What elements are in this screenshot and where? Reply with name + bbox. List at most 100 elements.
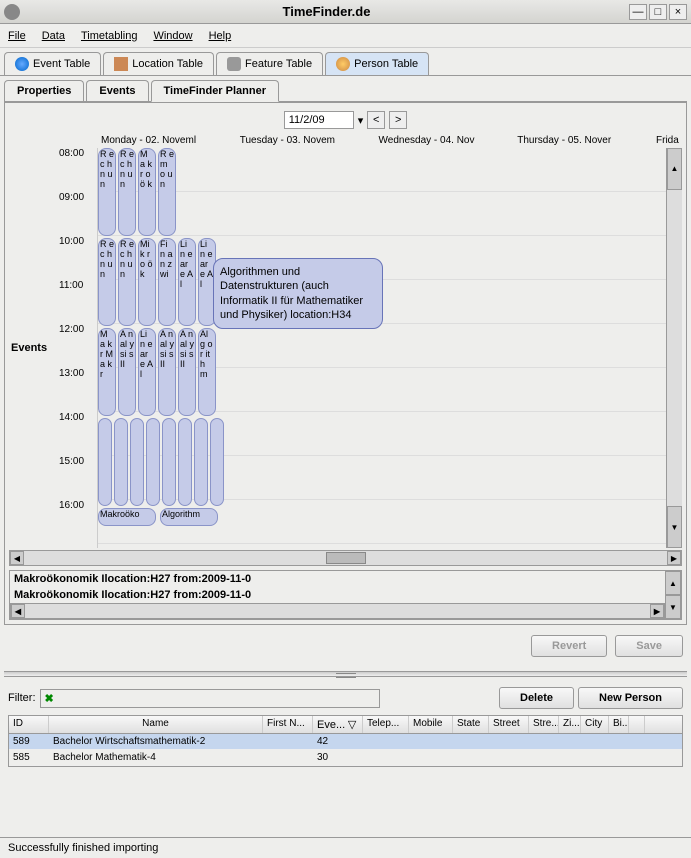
detail-vscrollbar[interactable]: ▲ ▼ <box>665 571 681 619</box>
th-id[interactable]: ID <box>9 716 49 733</box>
clear-filter-icon[interactable]: ✖ <box>45 692 54 705</box>
th-telephone[interactable]: Telep... <box>363 716 409 733</box>
event-block[interactable]: M a kr M a kr <box>98 328 116 416</box>
cell-firstname <box>263 734 313 749</box>
split-divider[interactable] <box>4 671 687 677</box>
event-block[interactable] <box>178 418 192 506</box>
scroll-up-icon[interactable]: ▲ <box>667 148 682 190</box>
event-block[interactable]: A n al y si s II <box>178 328 196 416</box>
save-button[interactable]: Save <box>615 635 683 657</box>
time-label: 08:00 <box>9 148 97 192</box>
tab-person-table[interactable]: Person Table <box>325 52 429 75</box>
day-header-wed: Wednesday - 04. Nov <box>375 133 514 148</box>
tab-feature-table[interactable]: Feature Table <box>216 52 323 75</box>
subtab-properties[interactable]: Properties <box>4 80 84 101</box>
scroll-right-icon[interactable]: ▶ <box>667 551 681 565</box>
sub-tabs: Properties Events TimeFinder Planner <box>4 80 687 102</box>
detail-item[interactable]: Makroökonomik Ilocation:H27 from:2009-11… <box>10 587 665 603</box>
scrollbar-thumb[interactable] <box>326 552 366 564</box>
event-block[interactable]: Li n e ar e Al <box>138 328 156 416</box>
event-block[interactable] <box>210 418 224 506</box>
table-row[interactable]: 589 Bachelor Wirtschaftsmathematik-2 42 <box>9 734 682 750</box>
th-street[interactable]: Street <box>489 716 529 733</box>
new-person-button[interactable]: New Person <box>578 687 683 709</box>
prev-button[interactable]: < <box>367 111 385 129</box>
filter-input[interactable] <box>56 692 377 704</box>
event-block[interactable] <box>194 418 208 506</box>
th-name[interactable]: Name <box>49 716 263 733</box>
calendar-hscrollbar[interactable]: ◀ ▶ <box>9 550 682 566</box>
event-block[interactable] <box>130 418 144 506</box>
menu-data[interactable]: Data <box>42 30 65 42</box>
th-stre[interactable]: Stre... <box>529 716 559 733</box>
tab-location-table[interactable]: Location Table <box>103 52 214 75</box>
event-tooltip: Algorithmen und Datenstrukturen (auch In… <box>213 258 383 329</box>
th-state[interactable]: State <box>453 716 489 733</box>
event-block[interactable]: Makroöko <box>98 508 156 526</box>
menu-window[interactable]: Window <box>153 30 192 42</box>
maximize-button[interactable]: □ <box>649 4 667 20</box>
menubar: File Data Timetabling Window Help <box>0 24 691 48</box>
event-block[interactable]: Algorithm <box>160 508 218 526</box>
person-table: ID Name First N... Eve... ▽ Telep... Mob… <box>8 715 683 767</box>
day-header-tue: Tuesday - 03. Novem <box>236 133 375 148</box>
date-input[interactable] <box>284 111 354 129</box>
event-block[interactable]: R e c h n u n <box>118 238 136 326</box>
cell-name: Bachelor Wirtschaftsmathematik-2 <box>49 734 263 749</box>
event-block[interactable]: R e c h n u n <box>98 148 116 236</box>
th-mobile[interactable]: Mobile <box>409 716 453 733</box>
event-block[interactable]: A n al y si s II <box>158 328 176 416</box>
revert-button[interactable]: Revert <box>531 635 607 657</box>
th-city[interactable]: City <box>581 716 609 733</box>
minimize-button[interactable]: — <box>629 4 647 20</box>
th-scroll <box>629 716 645 733</box>
subtab-events[interactable]: Events <box>86 80 148 101</box>
event-block[interactable] <box>98 418 112 506</box>
event-block[interactable]: Li n e ar e Al <box>178 238 196 326</box>
person-icon <box>336 57 350 71</box>
date-dropdown-icon[interactable]: ▾ <box>358 114 364 127</box>
th-bi[interactable]: Bi... <box>609 716 629 733</box>
cell-events: 42 <box>313 734 363 749</box>
event-block[interactable]: A n al y si s II <box>118 328 136 416</box>
event-block[interactable]: Mi k r o ö k <box>138 238 156 326</box>
scroll-down-icon[interactable]: ▼ <box>667 506 682 548</box>
events-label: Events <box>11 342 47 354</box>
th-zip[interactable]: Zi... <box>559 716 581 733</box>
detail-item[interactable]: Makroökonomik Ilocation:H27 from:2009-11… <box>10 571 665 587</box>
scroll-right-icon[interactable]: ▶ <box>650 604 664 618</box>
house-icon <box>114 57 128 71</box>
event-block[interactable]: Al g or it h m <box>198 328 216 416</box>
delete-button[interactable]: Delete <box>499 687 574 709</box>
tab-event-table[interactable]: Event Table <box>4 52 101 75</box>
scroll-up-icon[interactable]: ▲ <box>665 571 681 595</box>
event-block[interactable]: Fi n a n z wi <box>158 238 176 326</box>
table-row[interactable]: 585 Bachelor Mathematik-4 30 <box>9 750 682 766</box>
th-events[interactable]: Eve... ▽ <box>313 716 363 733</box>
tab-label: Feature Table <box>245 58 312 70</box>
calendar-vscrollbar[interactable]: ▲ ▼ <box>666 148 682 548</box>
scroll-down-icon[interactable]: ▼ <box>665 595 681 619</box>
event-block[interactable]: M a k r o ö k <box>138 148 156 236</box>
scroll-left-icon[interactable]: ◀ <box>11 604 25 618</box>
calendar-grid[interactable]: R e c h n u n R e c h n u n M a k r o ö … <box>97 148 682 548</box>
menu-file[interactable]: File <box>8 30 26 42</box>
cell-firstname <box>263 750 313 765</box>
subtab-planner[interactable]: TimeFinder Planner <box>151 80 280 102</box>
event-block[interactable]: R e c h n u n <box>118 148 136 236</box>
tab-label: Event Table <box>33 58 90 70</box>
close-button[interactable]: × <box>669 4 687 20</box>
th-firstname[interactable]: First N... <box>263 716 313 733</box>
event-block[interactable]: R e m o u n <box>158 148 176 236</box>
cell-name: Bachelor Mathematik-4 <box>49 750 263 765</box>
scroll-left-icon[interactable]: ◀ <box>10 551 24 565</box>
next-button[interactable]: > <box>389 111 407 129</box>
event-block[interactable] <box>146 418 160 506</box>
day-header-mon: Monday - 02. Noveml <box>97 133 236 148</box>
event-block[interactable]: R e c h n u n <box>98 238 116 326</box>
menu-help[interactable]: Help <box>209 30 232 42</box>
app-icon <box>4 4 20 20</box>
event-block[interactable] <box>114 418 128 506</box>
event-block[interactable] <box>162 418 176 506</box>
menu-timetabling[interactable]: Timetabling <box>81 30 137 42</box>
